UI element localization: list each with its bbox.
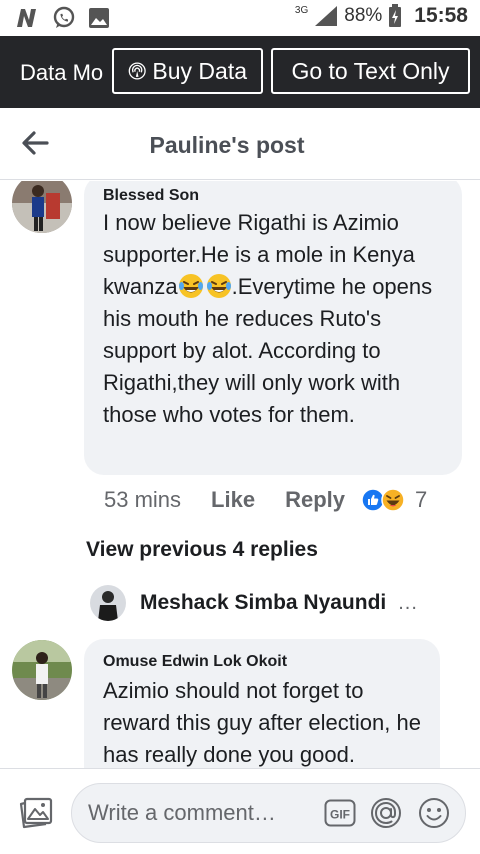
post-header: Pauline's post	[0, 108, 480, 180]
laughing-tears-emoji	[178, 274, 203, 298]
emoji-picker-icon[interactable]	[418, 797, 450, 829]
mention-icon[interactable]	[370, 797, 402, 829]
reply-author[interactable]: Meshack Simba Nyaundi	[140, 591, 386, 615]
comment-text: I now believe Rigathi is Azimio supporte…	[103, 207, 449, 431]
status-bar: 3G 88% 15:58	[0, 0, 480, 36]
avatar[interactable]	[90, 585, 126, 621]
n-app-icon	[17, 9, 36, 27]
status-bar-notifications	[14, 6, 110, 30]
view-previous-replies-link[interactable]: View previous 4 replies	[86, 538, 318, 562]
comment-author[interactable]: Blessed Son	[103, 187, 199, 205]
reply-button[interactable]: Reply	[285, 487, 345, 513]
haha-reaction-icon	[381, 488, 405, 512]
status-bar-system: 3G 88% 15:58	[295, 4, 468, 28]
avatar-image	[12, 181, 72, 233]
comment-composer: GIF	[0, 768, 480, 854]
signal-icon	[315, 6, 338, 26]
avatar-image	[90, 585, 126, 621]
comment-actions: 53 mins Like Reply 7	[104, 487, 427, 513]
laughing-tears-emoji	[206, 274, 231, 298]
whatsapp-icon	[53, 6, 75, 28]
page-title: Pauline's post	[149, 132, 305, 158]
like-button[interactable]: Like	[211, 487, 255, 513]
avatar[interactable]	[12, 640, 72, 700]
reaction-count: 7	[415, 487, 428, 512]
comments-list: Blessed Son I now believe Rigathi is Azi…	[0, 181, 480, 768]
comment-author[interactable]: Omuse Edwin Lok Okoit	[103, 653, 287, 671]
gif-label: GIF	[330, 808, 350, 822]
avatar-image	[12, 640, 72, 700]
text-only-button[interactable]: Go to Text Only	[271, 48, 470, 94]
reactions-summary[interactable]: 7	[361, 487, 427, 513]
comment-timestamp[interactable]: 53 mins	[104, 487, 181, 513]
broadcast-icon	[128, 62, 146, 80]
comment-input[interactable]	[88, 800, 318, 826]
comment-bubble[interactable]: Omuse Edwin Lok Okoit Azimio should not …	[84, 639, 440, 768]
gallery-icon	[89, 8, 109, 28]
reply-more-ellipsis[interactable]: ...	[398, 592, 418, 615]
buy-data-label: Buy Data	[152, 57, 247, 84]
last-reply-preview[interactable]: Meshack Simba Nyaundi ...	[90, 585, 418, 621]
text-only-label: Go to Text Only	[291, 57, 450, 84]
battery-percent: 88%	[344, 5, 383, 26]
clock: 15:58	[414, 4, 468, 27]
gif-button[interactable]: GIF	[324, 799, 356, 827]
avatar[interactable]	[12, 181, 72, 233]
comment-text: Azimio should not forget to reward this …	[103, 678, 421, 767]
comment-bubble[interactable]: Blessed Son I now believe Rigathi is Azi…	[84, 181, 462, 475]
data-mode-bar: Data Mo Buy Data Go to Text Only	[0, 36, 480, 108]
network-type-label: 3G	[294, 4, 309, 16]
buy-data-button[interactable]: Buy Data	[112, 48, 263, 94]
battery-icon	[389, 4, 402, 27]
photo-attach-icon[interactable]	[18, 795, 54, 831]
data-mode-label: Data Mo	[20, 60, 104, 85]
comment-box[interactable]: GIF	[71, 783, 466, 843]
